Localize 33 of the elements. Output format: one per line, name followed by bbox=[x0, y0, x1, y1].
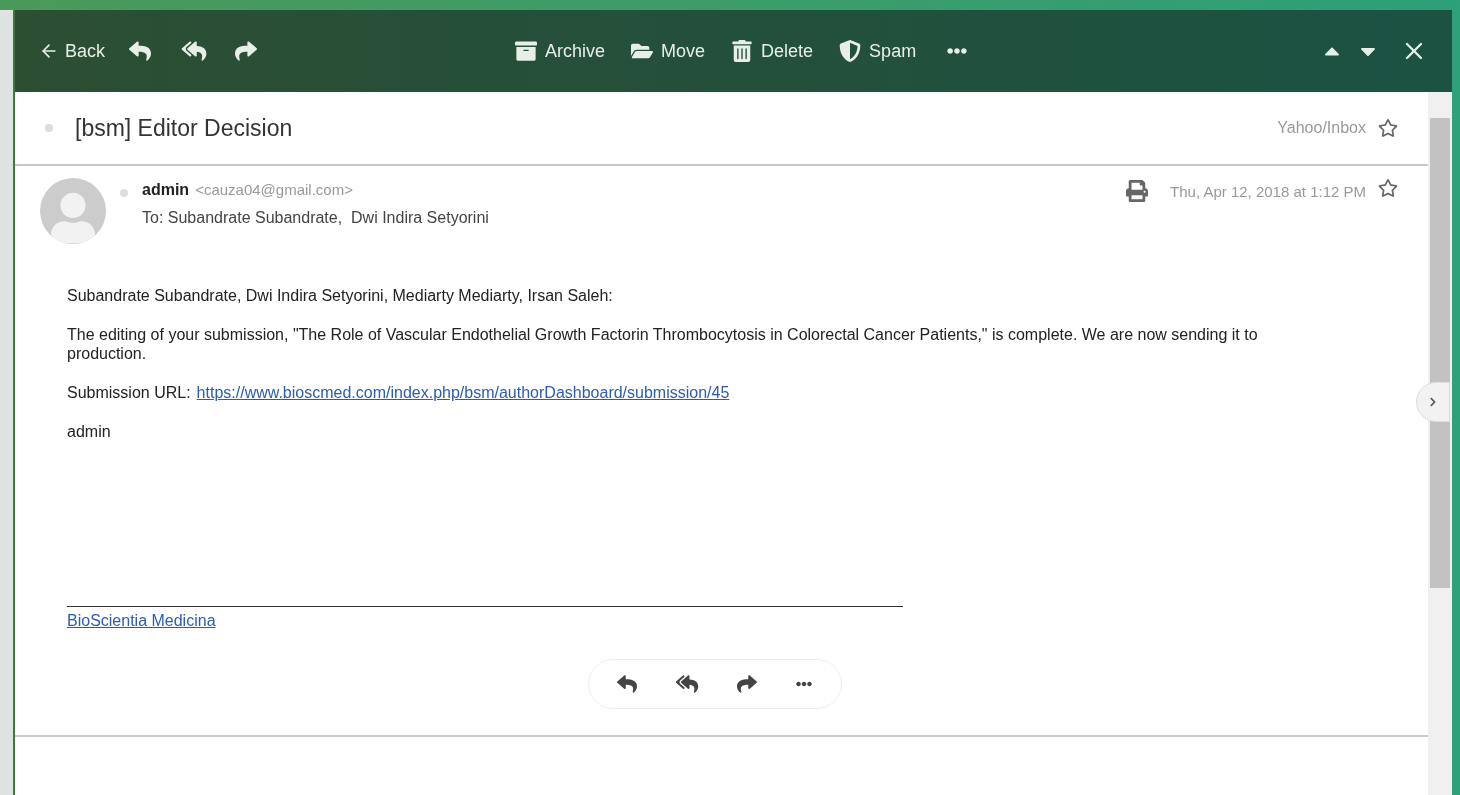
message-date: Thu, Apr 12, 2018 at 1:12 PM bbox=[1170, 182, 1366, 202]
move-button[interactable]: Move bbox=[631, 37, 706, 65]
body-paragraph: Subandrate Subandrate, Dwi Indira Setyorini, Mediarty Mediarty, Irsan Saleh: bbox=[67, 286, 614, 305]
reply-icon[interactable] bbox=[615, 674, 639, 694]
forward-icon[interactable] bbox=[735, 674, 759, 694]
print-icon[interactable] bbox=[1126, 180, 1149, 202]
reply-icon[interactable] bbox=[127, 40, 154, 62]
spam-icon bbox=[839, 40, 862, 62]
footer-link[interactable]: BioScientia Medicina bbox=[67, 609, 216, 633]
submission-link[interactable]: https://www.bioscmed.com/index.php/bsm/authorDashboard/submission/45 bbox=[196, 383, 730, 402]
sender-email: <cauza04@gmail.com> bbox=[195, 180, 353, 200]
sender-name: admin bbox=[142, 180, 190, 200]
url-label: Submission URL: bbox=[67, 383, 191, 402]
recipients: To: Subandrate Subandrate, Dwi Indira Setyorini bbox=[142, 208, 489, 228]
star-icon[interactable] bbox=[1378, 118, 1398, 138]
delete-icon bbox=[731, 40, 754, 62]
expand-handle[interactable] bbox=[1416, 382, 1450, 422]
archive-icon bbox=[515, 40, 538, 62]
scroll-thumb[interactable] bbox=[1430, 118, 1450, 588]
body-paragraph: The editing of your submission, "The Role of Vascular Endothelial Growth Factorin Thrombocytosis in Colorectal Cancer Patients," is complete. We are now sending it to production. bbox=[67, 325, 1259, 363]
forward-icon[interactable] bbox=[233, 40, 260, 62]
person-icon bbox=[51, 192, 95, 244]
folder-label: Yahoo/Inbox bbox=[1277, 118, 1366, 138]
chevron-right-icon bbox=[1428, 397, 1438, 407]
scrollbar[interactable] bbox=[1428, 92, 1452, 795]
email-subject: [bsm] Editor Decision bbox=[75, 113, 293, 143]
star-icon[interactable] bbox=[1378, 178, 1398, 198]
archive-button[interactable]: Archive bbox=[515, 37, 606, 65]
reply-all-icon[interactable] bbox=[673, 674, 701, 694]
delete-button[interactable]: Delete bbox=[731, 37, 814, 65]
back-button[interactable]: Back bbox=[39, 37, 106, 65]
spam-button[interactable]: Spam bbox=[839, 37, 917, 65]
body-paragraph: admin bbox=[67, 422, 112, 441]
